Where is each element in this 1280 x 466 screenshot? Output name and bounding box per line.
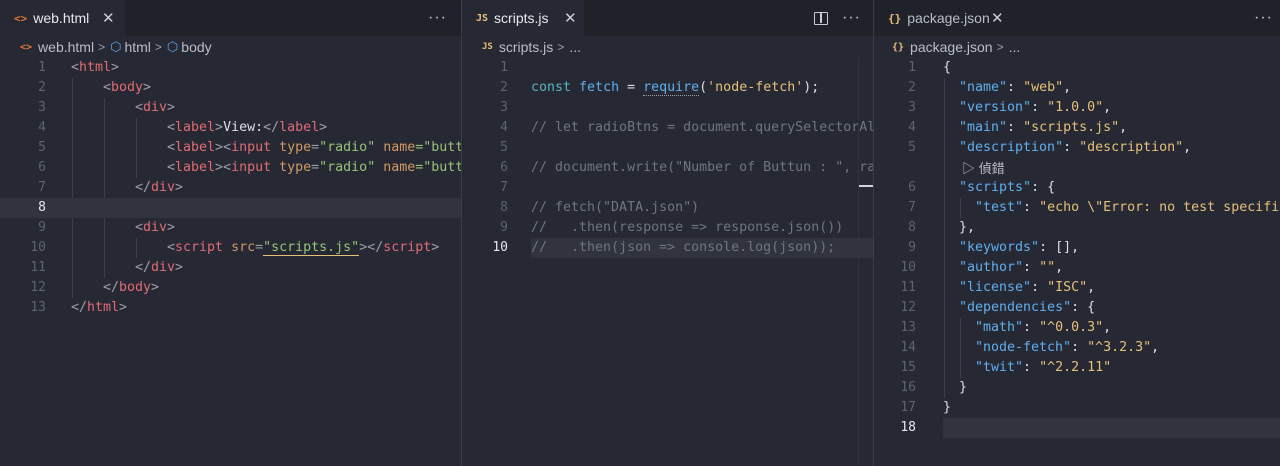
more-actions-button[interactable]: ··· — [428, 0, 447, 36]
code-line: 5 <label><input type="radio" name="butt — [38, 140, 461, 155]
code-line: 4// let radioBtns = document.querySelect… — [500, 120, 873, 135]
breadcrumb-item-html[interactable]: html — [124, 39, 150, 55]
code-line: 17} — [900, 400, 952, 415]
tab-package-json[interactable]: {} package.json ✕ — [874, 0, 1012, 36]
code-line: 7 — [500, 180, 508, 195]
code-editor[interactable]: 1 <html> 2 <body> 3 <div> 4 <label>View:</la… — [0, 58, 461, 466]
html-file-icon: <> — [14, 11, 28, 25]
code-line: 2 "name": "web", — [908, 80, 1072, 95]
code-line: 14 "node-fetch": "^3.2.3", — [900, 340, 1160, 355]
code-line: 9 "keywords": [], — [908, 240, 1080, 255]
breadcrumb-file[interactable]: web.html — [38, 39, 94, 55]
current-line: 8 — [0, 198, 461, 218]
json-file-icon: {} — [892, 41, 905, 53]
close-icon[interactable]: ✕ — [102, 9, 115, 27]
html-file-icon: <> — [20, 41, 33, 53]
breadcrumb-file[interactable]: package.json — [910, 39, 993, 55]
code-editor[interactable]: 1{ 2 "name": "web", 3 "version": "1.0.0", … — [874, 58, 1280, 466]
code-line: 10 — [492, 240, 508, 255]
code-line: 6 "scripts": { — [908, 180, 1056, 195]
current-line — [943, 418, 1280, 438]
tab-web-html[interactable]: <> web.html ✕ — [0, 0, 125, 36]
breadcrumb-file[interactable]: scripts.js — [499, 39, 553, 55]
close-icon[interactable]: ✕ — [564, 9, 577, 27]
tab-bar: {} package.json ✕ ··· — [874, 0, 1280, 36]
code-line: 3 "version": "1.0.0", — [908, 100, 1112, 115]
tab-bar: JS scripts.js ✕ ··· — [462, 0, 873, 36]
breadcrumb-ellipsis[interactable]: ... — [569, 39, 581, 55]
code-line: 8// fetch("DATA.json") — [500, 200, 700, 215]
code-line: 5 "description": "description", — [908, 140, 1192, 155]
ruler — [858, 58, 859, 466]
js-file-icon: JS — [476, 12, 489, 24]
tab-label: scripts.js — [494, 10, 549, 26]
code-line: 13 </html> — [30, 300, 128, 315]
ellipsis-icon[interactable]: ··· — [842, 9, 861, 27]
json-file-icon: {} — [888, 11, 902, 25]
more-actions-button[interactable]: ··· — [1254, 0, 1273, 36]
breadcrumb-separator: > — [154, 40, 162, 54]
split-editor-icon[interactable] — [814, 11, 828, 25]
breadcrumb: {} package.json > ... — [874, 36, 1280, 58]
code-line: 10 "author": "", — [900, 260, 1064, 275]
tab-bar: <> web.html ✕ ··· — [0, 0, 461, 36]
code-line: 6// document.write("Number of Buttun : "… — [500, 160, 873, 175]
code-line: 3 <div> — [38, 100, 176, 115]
scrollbar-marker[interactable] — [859, 185, 873, 187]
code-line: 9 <div> — [38, 220, 176, 235]
code-line: 3 — [500, 100, 508, 115]
code-line: 11 "license": "ISC", — [900, 280, 1096, 295]
code-line: 12 </body> — [30, 280, 160, 295]
ellipsis-icon: ··· — [1254, 9, 1273, 26]
breadcrumb-separator: > — [557, 40, 565, 54]
element-cube-icon: ⬡ — [110, 39, 122, 54]
code-line: 5 — [500, 140, 508, 155]
breadcrumb: JS scripts.js > ... — [462, 36, 873, 58]
code-line: 9// .then(response => response.json()) — [500, 220, 844, 235]
code-line: 6 <label><input type="radio" name="butt — [38, 160, 461, 175]
close-icon[interactable]: ✕ — [991, 9, 1004, 27]
breadcrumb-ellipsis[interactable]: ... — [1009, 39, 1021, 55]
debug-codelens[interactable]: ▷ 偵錯 — [962, 158, 1005, 177]
code-line: 4 "main": "scripts.js", — [908, 120, 1128, 135]
code-line: 4 <label>View:</label> — [38, 120, 328, 135]
editor-actions: ··· — [814, 0, 861, 36]
code-line: 13 "math": "^0.0.3", — [900, 320, 1112, 335]
element-cube-icon: ⬡ — [166, 39, 179, 54]
code-line: 8}, — [908, 220, 976, 235]
current-line: // .then(json => console.log(json)); — [531, 238, 873, 258]
code-line: 1 — [500, 60, 508, 75]
editor-pane-json: {} package.json ✕ ··· {} package.json > … — [874, 0, 1280, 466]
code-line: 1 <html> — [38, 60, 120, 75]
breadcrumb: <> web.html > ⬡ html > ⬡ body — [0, 36, 461, 58]
code-line: 16} — [900, 380, 968, 395]
editor-pane-html: <> web.html ✕ ··· <> web.html > ⬡ html >… — [0, 0, 461, 466]
code-line: 2 const fetch = require('node-fetch'); — [500, 80, 820, 96]
code-line: 10 <script src="scripts.js"></script> — [30, 240, 440, 256]
code-line: 7 </div> — [38, 180, 184, 195]
code-line: 12 "dependencies": { — [900, 300, 1096, 315]
breadcrumb-separator: > — [98, 40, 106, 54]
editor-pane-js: JS scripts.js ✕ ··· JS scripts.js > ... … — [462, 0, 873, 466]
breadcrumb-item-body[interactable]: body — [181, 39, 211, 55]
breadcrumb-separator: > — [996, 40, 1004, 54]
code-editor[interactable]: 1 2 const fetch = require('node-fetch'); … — [462, 58, 873, 466]
code-line: 7 "test": "echo \"Error: no test specifi — [908, 200, 1280, 215]
code-line: 11 </div> — [30, 260, 184, 275]
code-line: 1{ — [908, 60, 952, 75]
code-line: 18 — [900, 420, 916, 435]
tab-label: package.json — [907, 10, 990, 26]
code-line: 2 <body> — [38, 80, 152, 95]
js-file-icon: JS — [482, 42, 493, 52]
tab-label: web.html — [33, 10, 90, 26]
tab-scripts-js[interactable]: JS scripts.js ✕ — [462, 0, 584, 36]
code-line: 15 "twit": "^2.2.11" — [900, 360, 1112, 375]
ellipsis-icon: ··· — [428, 9, 447, 26]
